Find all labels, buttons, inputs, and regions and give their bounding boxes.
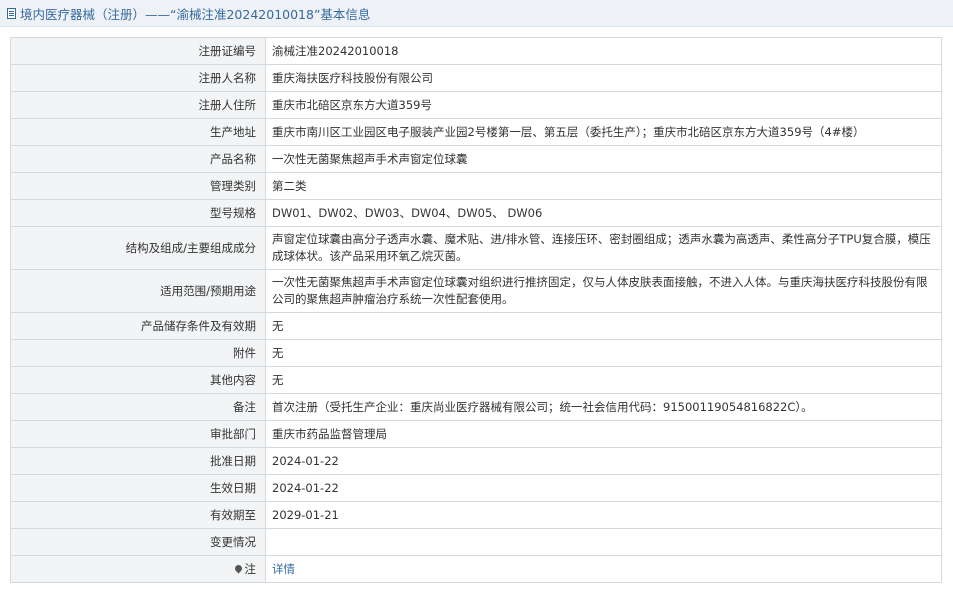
- value-model-spec: DW01、DW02、DW03、DW04、DW05、 DW06: [265, 199, 942, 227]
- label-product-name: 产品名称: [10, 145, 266, 173]
- value-expiry-date: 2029-01-21: [265, 501, 942, 529]
- value-management-class: 第二类: [265, 172, 942, 200]
- label-intended-use: 适用范围/预期用途: [10, 269, 266, 313]
- note-label: 注: [244, 561, 257, 576]
- row-production-address: 生产地址 重庆市南川区工业园区电子服装产业园2号楼第一层、第五层（委托生产）；重庆…: [10, 118, 942, 146]
- value-effective-date: 2024-01-22: [265, 474, 942, 502]
- row-effective-date: 生效日期 2024-01-22: [10, 474, 942, 502]
- row-intended-use: 适用范围/预期用途 一次性无菌聚焦超声手术声窗定位球囊对组织进行推挤固定，仅与人体…: [10, 269, 942, 313]
- info-table: 注册证编号 渝械注准20242010018 注册人名称 重庆海扶医疗科技股份有限公司注…: [10, 37, 942, 583]
- value-change-info: [265, 528, 942, 556]
- value-approval-date: 2024-01-22: [265, 447, 942, 475]
- row-approval-dept: 审批部门 重庆市药品监督管理局: [10, 420, 942, 448]
- value-note: 详情: [265, 555, 942, 583]
- row-expiry-date: 有效期至 2029-01-21: [10, 501, 942, 529]
- label-reg-no: 注册证编号: [10, 37, 266, 65]
- page-header: 境内医疗器械（注册）——“渝械注准20242010018”基本信息: [0, 0, 953, 27]
- label-note: 注: [10, 555, 266, 583]
- value-reg-no: 渝械注准20242010018: [265, 37, 942, 65]
- row-model-spec: 型号规格 DW01、DW02、DW03、DW04、DW05、 DW06: [10, 199, 942, 227]
- row-structure: 结构及组成/主要组成成分 声窗定位球囊由高分子透声水囊、魔术贴、进/排水管、连接压…: [10, 226, 942, 270]
- row-product-name: 产品名称 一次性无菌聚焦超声手术声窗定位球囊: [10, 145, 942, 173]
- row-management-class: 管理类别 第二类: [10, 172, 942, 200]
- value-remarks: 首次注册（受托生产企业：重庆尚业医疗器械有限公司；统一社会信用代码：915001…: [265, 393, 942, 421]
- label-management-class: 管理类别: [10, 172, 266, 200]
- label-approval-date: 批准日期: [10, 447, 266, 475]
- row-registrant-address: 注册人住所 重庆市北碚区京东方大道359号: [10, 91, 942, 119]
- value-approval-dept: 重庆市药品监督管理局: [265, 420, 942, 448]
- label-other-content: 其他内容: [10, 366, 266, 394]
- value-registrant-address: 重庆市北碚区京东方大道359号: [265, 91, 942, 119]
- document-icon: [7, 7, 16, 19]
- value-storage: 无: [265, 312, 942, 340]
- label-change-info: 变更情况: [10, 528, 266, 556]
- row-change-info: 变更情况: [10, 528, 942, 556]
- value-intended-use: 一次性无菌聚焦超声手术声窗定位球囊对组织进行推挤固定，仅与人体皮肤表面接触，不进…: [265, 269, 942, 313]
- label-model-spec: 型号规格: [10, 199, 266, 227]
- value-registrant-name: 重庆海扶医疗科技股份有限公司: [265, 64, 942, 92]
- value-production-address: 重庆市南川区工业园区电子服装产业园2号楼第一层、第五层（委托生产）；重庆市北碚区…: [265, 118, 942, 146]
- label-effective-date: 生效日期: [10, 474, 266, 502]
- row-attachment: 附件无: [10, 339, 942, 367]
- value-structure: 声窗定位球囊由高分子透声水囊、魔术贴、进/排水管、连接压环、密封圈组成；透声水囊…: [265, 226, 942, 270]
- label-structure: 结构及组成/主要组成成分: [10, 226, 266, 270]
- label-attachment: 附件: [10, 339, 266, 367]
- value-product-name: 一次性无菌聚焦超声手术声窗定位球囊: [265, 145, 942, 173]
- row-other-content: 其他内容无: [10, 366, 942, 394]
- value-other-content: 无: [265, 366, 942, 394]
- row-approval-date: 批准日期 2024-01-22: [10, 447, 942, 475]
- row-note: 注 详情: [10, 555, 942, 583]
- label-production-address: 生产地址: [10, 118, 266, 146]
- row-registrant-name: 注册人名称 重庆海扶医疗科技股份有限公司: [10, 64, 942, 92]
- row-remarks: 备注 首次注册（受托生产企业：重庆尚业医疗器械有限公司；统一社会信用代码：9150…: [10, 393, 942, 421]
- page-title: 境内医疗器械（注册）——“渝械注准20242010018”基本信息: [20, 6, 371, 22]
- row-reg-no: 注册证编号 渝械注准20242010018: [10, 37, 942, 65]
- detail-link[interactable]: 详情: [272, 562, 295, 576]
- label-storage: 产品储存条件及有效期: [10, 312, 266, 340]
- row-storage: 产品储存条件及有效期无: [10, 312, 942, 340]
- label-registrant-name: 注册人名称: [10, 64, 266, 92]
- label-remarks: 备注: [10, 393, 266, 421]
- label-registrant-address: 注册人住所: [10, 91, 266, 119]
- label-approval-dept: 审批部门: [10, 420, 266, 448]
- value-attachment: 无: [265, 339, 942, 367]
- pin-icon: [233, 563, 243, 573]
- label-expiry-date: 有效期至: [10, 501, 266, 529]
- info-table-body: 注册证编号 渝械注准20242010018 注册人名称 重庆海扶医疗科技股份有限公司注…: [10, 37, 942, 583]
